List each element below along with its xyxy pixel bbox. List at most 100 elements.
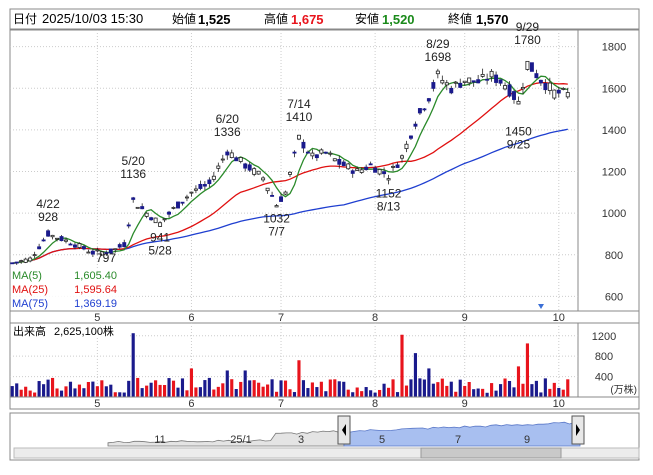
volume-bar	[162, 385, 167, 397]
close-label: 終値	[448, 11, 472, 26]
volume-bar	[243, 370, 247, 397]
volume-bar	[561, 389, 565, 397]
annotation-price: 941	[150, 230, 170, 244]
volume-y-tick-label: 800	[595, 351, 613, 363]
candle	[256, 170, 261, 175]
candle	[176, 201, 180, 209]
ma25-legend-value: 1,595.64	[74, 284, 117, 296]
volume-x-tick-label: 8	[372, 398, 378, 410]
volume-bar	[498, 384, 503, 397]
price-y-tick-label: 1600	[602, 83, 626, 95]
volume-bar	[207, 377, 211, 397]
volume-bar	[539, 392, 543, 397]
volume-bar	[382, 383, 386, 397]
navigator-tick-label: 5	[379, 434, 385, 446]
volume-x-tick-label: 6	[188, 398, 194, 410]
volume-bar	[445, 385, 449, 397]
volume-x-tick-label: 7	[278, 398, 284, 410]
volume-bar	[239, 381, 243, 397]
navigator-tick-label: 7	[455, 434, 461, 446]
volume-bar	[64, 386, 68, 397]
price-x-tick-label: 9	[462, 312, 468, 324]
annotation-date: 8/13	[377, 200, 401, 214]
range-navigator[interactable]: 11 25/1 3 5 7 9	[9, 412, 640, 461]
volume-y-axis: 400 800 1200	[592, 331, 616, 384]
annotation-date: 9/25	[507, 138, 531, 152]
volume-bar	[566, 379, 570, 397]
volume-x-axis: 5 6 7 8 9 10	[9, 396, 640, 410]
price-x-tick-label: 8	[372, 312, 378, 324]
volume-bar	[427, 368, 431, 397]
candle	[529, 62, 534, 72]
volume-bar	[216, 386, 220, 397]
volume-y-tick-label: 1200	[592, 331, 616, 343]
volume-bar	[33, 392, 37, 397]
volume-title: 出来高	[13, 324, 46, 338]
volume-bar	[154, 380, 158, 397]
volume-bar	[59, 390, 64, 397]
volume-bar	[503, 378, 507, 397]
volume-bar	[306, 388, 310, 397]
annotation-date: 4/22	[36, 197, 60, 211]
volume-bar	[46, 379, 50, 397]
volume-bar	[221, 383, 225, 397]
volume-panel: 400 800 1200 出来高 2,625,100株 (万株)	[9, 322, 640, 398]
volume-x-tick-label: 10	[553, 398, 565, 410]
volume-bar	[28, 390, 32, 397]
volume-bar	[252, 380, 256, 397]
volume-bar	[109, 384, 113, 397]
volume-bar	[118, 392, 122, 397]
ma5-legend-name: MA(5)	[12, 270, 42, 282]
volume-bar	[212, 389, 216, 397]
volume-bar	[91, 381, 95, 397]
volume-bar	[292, 392, 297, 397]
volume-bar	[37, 381, 41, 397]
volume-bar	[180, 378, 185, 397]
stock-chart-widget: 日付 2025/10/03 15:30 始値 1,525 高値 1,675 安値…	[0, 0, 653, 470]
datetime: 2025/10/03 15:30	[42, 11, 143, 26]
volume-bar	[122, 392, 126, 397]
annotation-price: 1410	[286, 110, 313, 124]
volume-bar	[516, 366, 521, 397]
navigator-scroll-thumb[interactable]	[420, 447, 562, 459]
volume-bar	[104, 386, 108, 397]
navigator-tick-label: 9	[524, 434, 530, 446]
annotation-price: 1152	[376, 187, 402, 201]
volume-bar	[454, 391, 458, 397]
volume-bar	[140, 388, 144, 397]
volume-bar	[346, 389, 350, 397]
volume-bar	[436, 382, 440, 397]
annotation-price: 1032	[263, 212, 290, 226]
volume-bar	[463, 385, 467, 397]
volume-bar	[490, 383, 494, 397]
candle	[46, 229, 51, 237]
volume-bar	[95, 386, 99, 397]
volume-bar	[378, 389, 382, 397]
volume-bar	[472, 389, 476, 397]
volume-bar	[24, 386, 28, 397]
volume-bar	[301, 380, 306, 397]
volume-bar	[525, 343, 530, 397]
volume-bar	[131, 333, 135, 397]
volume-bar	[386, 387, 391, 397]
open-value: 1,525	[198, 12, 231, 27]
volume-x-tick-label: 5	[94, 398, 100, 410]
volume-bar	[481, 388, 485, 397]
ma75-legend-name: MA(75)	[12, 298, 48, 310]
candle	[552, 89, 557, 100]
volume-bar	[203, 380, 207, 397]
volume-bar	[431, 383, 435, 397]
volume-bar	[449, 381, 453, 397]
volume-bar	[310, 382, 314, 397]
volume-bar	[189, 368, 194, 397]
volume-bar	[440, 378, 444, 397]
low-value: 1,520	[382, 12, 415, 27]
volume-bar	[225, 370, 229, 397]
volume-bar	[158, 384, 162, 397]
navigator-tick-label: 3	[298, 434, 304, 446]
ma5-legend-value: 1,605.40	[74, 270, 117, 282]
price-y-tick-label: 800	[605, 250, 623, 262]
volume-bar	[467, 382, 471, 397]
volume-bar	[364, 387, 368, 397]
volume-bar	[391, 379, 395, 397]
